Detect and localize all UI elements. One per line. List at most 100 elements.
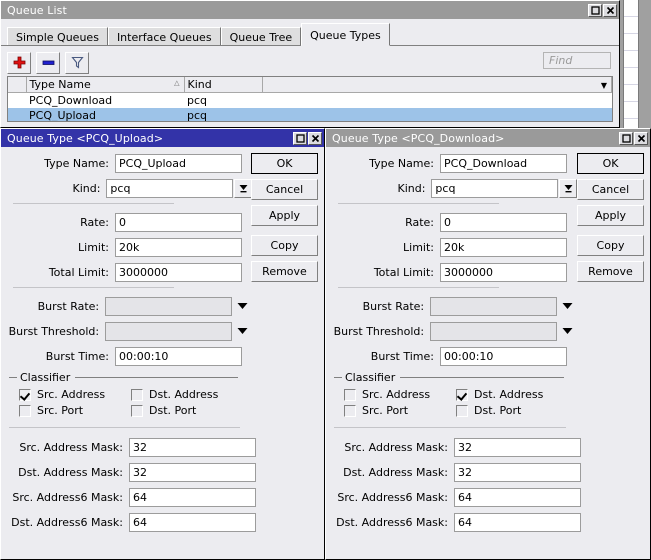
checkbox-dst-address[interactable]: Dst. Address <box>456 388 568 401</box>
remove-button[interactable]: Remove <box>577 261 644 282</box>
dst-address6-mask-label: Dst. Address6 Mask: <box>336 515 448 529</box>
burst-rate-dropdown-button[interactable] <box>232 302 252 310</box>
dialog-titlebar[interactable]: Queue Type <PCQ_Upload> <box>1 129 324 147</box>
apply-button[interactable]: Apply <box>577 205 644 226</box>
mask-fields: Src. Address Mask: 32 Dst. Address Mask:… <box>332 437 644 532</box>
desktop-scroll-strip[interactable] <box>620 0 651 136</box>
burst-rate-dropdown-button[interactable] <box>557 302 577 310</box>
src-address-mask-label: Src. Address Mask: <box>19 440 123 454</box>
copy-button[interactable]: Copy <box>251 235 318 256</box>
checkbox-box[interactable] <box>344 388 356 401</box>
column-header-kind[interactable]: Kind <box>184 77 263 93</box>
rate-label: Rate: <box>80 215 109 229</box>
ok-button[interactable]: OK <box>577 153 644 174</box>
tab-queue-tree[interactable]: Queue Tree <box>220 27 302 46</box>
classifier-label: Classifier <box>345 371 396 384</box>
checkbox-dst-address[interactable]: Dst. Address <box>131 388 243 401</box>
burst-rate-field[interactable] <box>105 296 233 316</box>
checkbox-box[interactable] <box>131 404 143 417</box>
checkbox-box[interactable] <box>344 404 356 417</box>
cancel-button[interactable]: Cancel <box>577 179 644 200</box>
scrollbar-track[interactable] <box>623 0 639 136</box>
checkbox-box[interactable] <box>19 404 31 417</box>
checkbox-src-port[interactable]: Src. Port <box>344 404 456 417</box>
checkbox-dst-port[interactable]: Dst. Port <box>131 404 243 417</box>
src-address-mask-field[interactable]: 32 <box>454 437 581 457</box>
checkbox-src-address[interactable]: Src. Address <box>344 388 456 401</box>
dialog-button-column: OK Cancel Apply Copy Remove <box>577 153 644 287</box>
tab-simple-queues[interactable]: Simple Queues <box>7 27 108 46</box>
close-icon[interactable] <box>308 131 322 145</box>
burst-time-field[interactable]: 00:00:10 <box>115 346 242 366</box>
table-row[interactable]: PCQ_Upload pcq <box>8 108 612 121</box>
checkbox-box[interactable] <box>19 388 31 401</box>
checkbox-src-address[interactable]: Src. Address <box>19 388 131 401</box>
maximize-icon[interactable] <box>293 131 307 145</box>
burst-threshold-field[interactable] <box>430 321 558 341</box>
dst-address6-mask-field[interactable]: 64 <box>454 512 581 532</box>
close-icon[interactable] <box>634 131 648 145</box>
checkbox-box[interactable] <box>456 404 468 417</box>
limit-field[interactable]: 20k <box>440 237 567 257</box>
row-spacer <box>262 108 612 121</box>
ok-button[interactable]: OK <box>251 153 318 174</box>
kind-dropdown-button[interactable] <box>234 178 252 198</box>
burst-time-row: Burst Time: 00:00:10 <box>332 346 577 366</box>
burst-threshold-dropdown-button[interactable] <box>232 327 252 335</box>
dst-address-mask-row: Dst. Address Mask: 32 <box>332 462 644 482</box>
search-input[interactable]: Find <box>543 52 611 69</box>
kind-field[interactable]: pcq <box>431 178 559 198</box>
dst-address-mask-field[interactable]: 32 <box>129 462 256 482</box>
table-row[interactable]: PCQ_Download pcq <box>8 93 612 109</box>
tab-interface-queues[interactable]: Interface Queues <box>107 27 221 46</box>
queue-list-titlebar[interactable]: Queue List <box>1 1 619 19</box>
checkbox-src-port[interactable]: Src. Port <box>19 404 131 417</box>
total-limit-field[interactable]: 3000000 <box>440 262 567 282</box>
queue-types-table[interactable]: Type Name Kind ▼ PCQ_Download pcq PCQ_Up… <box>7 76 613 122</box>
column-header-type-name[interactable]: Type Name <box>26 77 185 93</box>
burst-threshold-field[interactable] <box>105 321 233 341</box>
type-name-field[interactable]: PCQ_Download <box>440 153 567 173</box>
add-button[interactable] <box>7 51 31 74</box>
column-header-flag[interactable] <box>8 77 27 93</box>
column-menu-button[interactable]: ▼ <box>262 77 612 93</box>
maximize-icon[interactable] <box>588 3 602 17</box>
dialog-body: OK Cancel Apply Copy Remove Type Name: P… <box>326 147 650 559</box>
apply-button[interactable]: Apply <box>251 205 318 226</box>
maximize-icon[interactable] <box>619 131 633 145</box>
classifier-group: Classifier Src. Address Dst. Address Src… <box>9 371 318 417</box>
divider <box>13 287 174 288</box>
dst-address-mask-field[interactable]: 32 <box>454 462 581 482</box>
row-type-name: PCQ_Download <box>29 94 113 107</box>
checkbox-box[interactable] <box>131 388 143 401</box>
chevron-down-icon <box>562 328 573 334</box>
kind-dropdown-button[interactable] <box>559 178 577 198</box>
burst-threshold-dropdown-button[interactable] <box>557 327 577 335</box>
checkbox-box[interactable] <box>456 388 468 401</box>
checkbox-label: Src. Port <box>37 404 84 417</box>
checkbox-dst-port[interactable]: Dst. Port <box>456 404 568 417</box>
dst-address6-mask-field[interactable]: 64 <box>129 512 256 532</box>
type-name-field[interactable]: PCQ_Upload <box>115 153 242 173</box>
kind-field[interactable]: pcq <box>106 178 234 198</box>
total-limit-label: Total Limit: <box>373 265 434 279</box>
dialog-titlebar[interactable]: Queue Type <PCQ_Download> <box>326 129 650 147</box>
limit-field[interactable]: 20k <box>115 237 242 257</box>
copy-button[interactable]: Copy <box>577 235 644 256</box>
burst-rate-row: Burst Rate: <box>7 296 252 316</box>
rate-field[interactable]: 0 <box>115 212 242 232</box>
cancel-button[interactable]: Cancel <box>251 179 318 200</box>
src-address6-mask-label: Src. Address6 Mask: <box>12 490 123 504</box>
src-address6-mask-field[interactable]: 64 <box>129 487 256 507</box>
rate-field[interactable]: 0 <box>440 212 567 232</box>
src-address6-mask-field[interactable]: 64 <box>454 487 581 507</box>
remove-button[interactable] <box>36 51 60 74</box>
filter-button[interactable] <box>65 51 89 74</box>
burst-time-field[interactable]: 00:00:10 <box>440 346 567 366</box>
src-address-mask-field[interactable]: 32 <box>129 437 256 457</box>
remove-button[interactable]: Remove <box>251 261 318 282</box>
total-limit-field[interactable]: 3000000 <box>115 262 242 282</box>
burst-rate-field[interactable] <box>430 296 558 316</box>
close-icon[interactable] <box>603 3 617 17</box>
tab-queue-types[interactable]: Queue Types <box>301 23 390 46</box>
